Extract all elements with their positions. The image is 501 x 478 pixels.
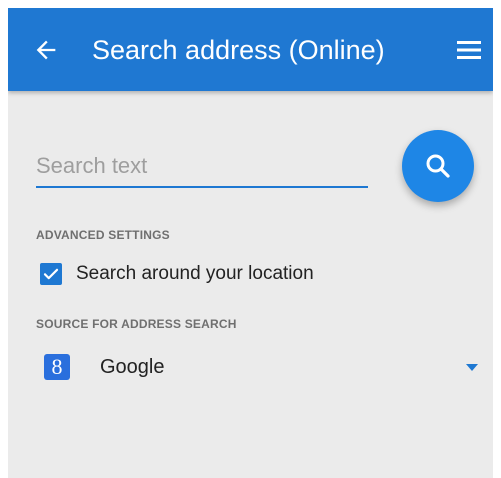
page-title: Search address (Online): [92, 35, 385, 65]
search-input[interactable]: [36, 146, 368, 188]
source-dropdown[interactable]: 8 Google: [8, 348, 493, 388]
arrow-left-icon[interactable]: [32, 36, 60, 64]
source-selected-label: Google: [100, 356, 165, 378]
search-around-location-label: Search around your location: [76, 263, 314, 284]
advanced-settings-header: ADVANCED SETTINGS: [36, 228, 170, 242]
app-bar: Search address (Online): [8, 8, 493, 91]
screen: Search address (Online) ADVANCED SETTING…: [8, 8, 493, 478]
checkmark-icon: [43, 268, 59, 280]
search-icon: [426, 154, 450, 178]
search-around-location-checkbox-row[interactable]: Search around your location: [40, 260, 314, 288]
search-around-location-checkbox[interactable]: [40, 263, 62, 285]
dropdown-arrow-icon[interactable]: [466, 364, 478, 371]
hamburger-menu-icon[interactable]: [456, 38, 482, 62]
search-button[interactable]: [402, 130, 474, 202]
source-header: SOURCE FOR ADDRESS SEARCH: [36, 317, 237, 331]
google-logo-icon: 8: [44, 354, 70, 380]
